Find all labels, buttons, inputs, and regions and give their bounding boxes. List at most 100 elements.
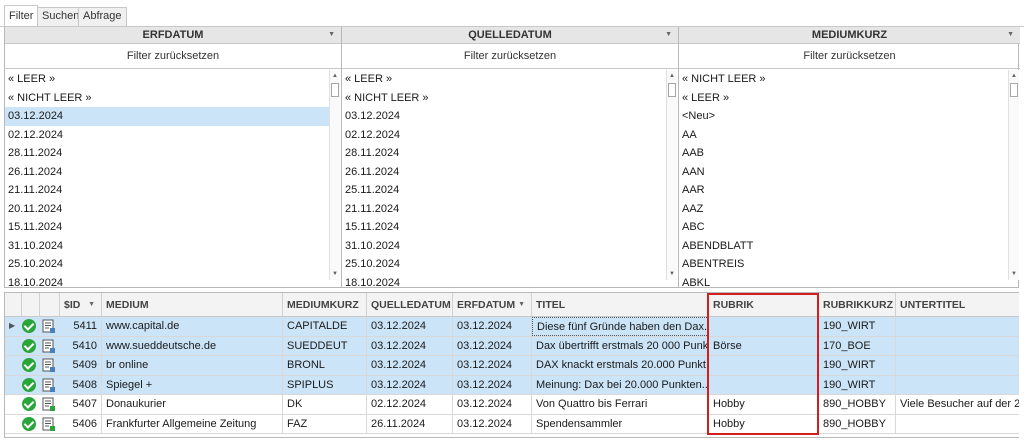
cell-mediumkurz[interactable]: SPIPLUS [283,375,367,395]
cell-erfdatum[interactable]: 03.12.2024 [453,356,532,375]
filter-list-item[interactable]: AAB [679,144,1008,163]
cell-mediumkurz[interactable]: DK [283,395,367,414]
column-header-rubrik[interactable]: RUBRIK [709,293,819,317]
cell-rubrik[interactable]: Börse [709,336,819,356]
cell-medium[interactable]: Spiegel + [102,375,283,395]
filter-list-item[interactable]: 20.11.2024 [5,200,329,219]
filter-list-item[interactable]: 28.11.2024 [5,144,329,163]
document-icon[interactable] [42,397,56,412]
scrollbar[interactable]: ▲ ▼ [1008,70,1019,280]
filter-list-item[interactable]: 03.12.2024 [5,107,329,126]
filter-list-item[interactable]: 18.10.2024 [342,274,666,289]
cell-id[interactable]: 5411 [60,317,102,336]
filter-value-list[interactable]: « LEER » « NICHT LEER » 03.12.2024 02.12.20… [342,70,666,288]
cell-rubrikkurz[interactable]: 190_WIRT [819,317,896,336]
filter-list-item[interactable]: 02.12.2024 [342,126,666,145]
filter-list-item[interactable]: 31.10.2024 [342,237,666,256]
scroll-up-icon[interactable]: ▲ [330,70,340,82]
cell-erfdatum[interactable]: 03.12.2024 [453,336,532,356]
filter-header-mediumkurz[interactable]: MEDIUMKURZ ▼ [679,27,1020,44]
filter-list-item[interactable]: ABKL [679,274,1008,289]
cell-rubrik[interactable] [709,317,819,336]
column-header-erfdatum[interactable]: ERFDATUM ▼ [453,293,532,317]
filter-list-item[interactable]: ABENDBLATT [679,237,1008,256]
check-circle-icon[interactable] [22,397,36,411]
cell-untertitel[interactable] [896,376,1019,395]
cell-mediumkurz[interactable]: BRONL [283,356,367,375]
filter-header-quelledatum[interactable]: QUELLEDATUM ▼ [342,27,678,44]
table-row[interactable]: ▶ 5411 www.capital.de CAPITALDE 03.12.2024 03… [5,317,1019,337]
cell-erfdatum[interactable]: 03.12.2024 [453,375,532,395]
cell-rubrikkurz[interactable]: 890_HOBBY [819,395,896,414]
column-header-mediumkurz[interactable]: MEDIUMKURZ [283,293,367,317]
filter-value-list[interactable]: « LEER » « NICHT LEER » 03.12.2024 02.12.20… [5,70,329,288]
cell-titel[interactable]: Dax übertrifft erstmals 20 000 Punk... [532,336,709,356]
cell-rubrikkurz[interactable]: 890_HOBBY [819,414,896,434]
filter-list-item[interactable]: AAZ [679,200,1008,219]
cell-quelledatum[interactable]: 03.12.2024 [367,356,453,375]
filter-list-item[interactable]: 15.11.2024 [342,218,666,237]
cell-untertitel[interactable] [896,415,1019,434]
filter-list-item[interactable]: 26.11.2024 [342,163,666,182]
reset-filter-button[interactable]: Filter zurücksetzen [5,44,341,69]
document-icon[interactable] [42,358,56,373]
cell-mediumkurz[interactable]: FAZ [283,414,367,434]
filter-list-item[interactable]: « LEER » [342,70,666,89]
cell-id[interactable]: 5407 [60,395,102,414]
check-circle-icon[interactable] [22,358,36,372]
cell-mediumkurz[interactable]: SUEDDEUT [283,336,367,356]
cell-erfdatum[interactable]: 03.12.2024 [453,414,532,434]
filter-list-item[interactable]: « LEER » [5,70,329,89]
table-row[interactable]: 5409 br online BRONL 03.12.2024 03.12.2024 DA… [5,356,1019,376]
cell-titel[interactable]: Von Quattro bis Ferrari [532,395,709,414]
scroll-down-icon[interactable]: ▼ [1009,268,1019,280]
filter-list-item[interactable]: 25.10.2024 [5,255,329,274]
reset-filter-button[interactable]: Filter zurücksetzen [679,44,1020,69]
cell-rubrik[interactable]: Hobby [709,414,819,434]
check-circle-icon[interactable] [22,319,36,333]
document-icon[interactable] [42,319,56,334]
chevron-down-icon[interactable]: ▼ [1007,27,1014,43]
table-row[interactable]: 5407 Donaukurier DK 02.12.2024 03.12.2024 Von… [5,395,1019,415]
cell-mediumkurz[interactable]: CAPITALDE [283,317,367,336]
cell-quelledatum[interactable]: 03.12.2024 [367,375,453,395]
cell-id[interactable]: 5406 [60,414,102,434]
filter-list-item[interactable]: 25.11.2024 [342,181,666,200]
triangle-down-icon[interactable]: ▼ [518,293,525,317]
filter-list-item[interactable]: 18.10.2024 [5,274,329,289]
table-row[interactable]: 5406 Frankfurter Allgemeine Zeitung FAZ 26.… [5,414,1019,434]
filter-list-item[interactable]: 03.12.2024 [342,107,666,126]
cell-rubrik[interactable] [709,375,819,395]
cell-titel[interactable]: Diese fünf Gründe haben den Dax... [532,317,709,336]
filter-list-item[interactable]: <Neu> [679,107,1008,126]
cell-id[interactable]: 5408 [60,375,102,395]
cell-quelledatum[interactable]: 02.12.2024 [367,395,453,414]
cell-rubrik[interactable]: Hobby [709,395,819,414]
column-header-medium[interactable]: MEDIUM [102,293,283,317]
document-icon[interactable] [42,339,56,354]
filter-list-item[interactable]: « LEER » [679,89,1008,108]
cell-medium[interactable]: www.sueddeutsche.de [102,336,283,356]
scroll-up-icon[interactable]: ▲ [667,70,677,82]
cell-rubrik[interactable] [709,356,819,375]
scroll-down-icon[interactable]: ▼ [667,268,677,280]
reset-filter-button[interactable]: Filter zurücksetzen [342,44,678,69]
column-header-rubrikkurz[interactable]: RUBRIKKURZ [819,293,896,317]
filter-list-item[interactable]: 15.11.2024 [5,218,329,237]
filter-list-item[interactable]: 02.12.2024 [5,126,329,145]
cell-rubrikkurz[interactable]: 170_BOE [819,336,896,356]
tab-filter[interactable]: Filter [4,5,39,27]
filter-list-item[interactable]: « NICHT LEER » [342,89,666,108]
filter-list-item[interactable]: 21.11.2024 [342,200,666,219]
table-row[interactable]: 5408 Spiegel + SPIPLUS 03.12.2024 03.12.2024… [5,375,1019,395]
filter-value-list[interactable]: « NICHT LEER » « LEER » <Neu> AA AAB AAN AAR AA… [679,70,1008,288]
filter-list-item[interactable]: « NICHT LEER » [679,70,1008,89]
scroll-up-icon[interactable]: ▲ [1009,70,1019,82]
cell-untertitel[interactable]: Viele Besucher auf der 29 [896,395,1019,414]
cell-quelledatum[interactable]: 03.12.2024 [367,336,453,356]
filter-list-item[interactable]: 26.11.2024 [5,163,329,182]
table-row[interactable]: 5410 www.sueddeutsche.de SUEDDEUT 03.12.202… [5,336,1019,356]
filter-list-item[interactable]: ABC [679,218,1008,237]
document-icon[interactable] [42,378,56,393]
scrollbar[interactable]: ▲ ▼ [329,70,340,280]
